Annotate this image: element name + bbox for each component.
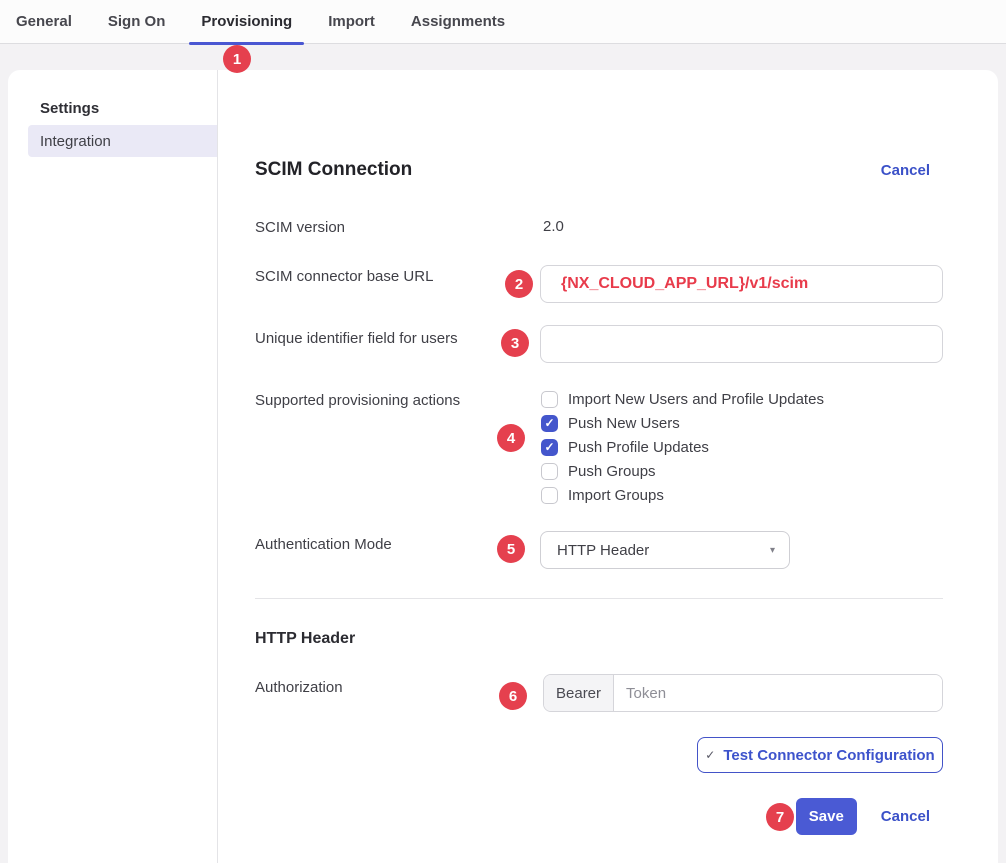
annotation-badge-5: 5 <box>497 535 525 563</box>
tab-provisioning[interactable]: Provisioning <box>189 0 304 43</box>
chevron-down-icon: ▾ <box>770 545 775 556</box>
annotation-badge-6: 6 <box>499 682 527 710</box>
checkbox-import-groups[interactable]: ✓ <box>541 487 558 504</box>
checkbox-import-new-users[interactable]: ✓ <box>541 391 558 408</box>
check-icon: ✓ <box>544 417 554 429</box>
check-icon: ✓ <box>544 441 554 453</box>
checkbox-label: Import New Users and Profile Updates <box>568 391 824 408</box>
checkbox-label: Push Profile Updates <box>568 439 709 456</box>
tab-assignments[interactable]: Assignments <box>399 0 517 43</box>
sidebar-item-label: Integration <box>40 133 111 150</box>
checkbox-push-profile-updates[interactable]: ✓ <box>541 439 558 456</box>
sidebar-header: Settings <box>40 100 99 117</box>
base-url-label: SCIM connector base URL <box>255 267 433 287</box>
unique-identifier-input[interactable] <box>540 325 943 363</box>
checkbox-push-new-users[interactable]: ✓ <box>541 415 558 432</box>
http-header-section-title: HTTP Header <box>255 630 355 648</box>
provisioning-actions-list: ✓ Import New Users and Profile Updates ✓… <box>541 387 824 507</box>
annotation-badge-4: 4 <box>497 424 525 452</box>
scim-version-value: 2.0 <box>543 218 564 235</box>
section-divider <box>255 598 943 599</box>
cancel-link-bottom[interactable]: Cancel <box>881 808 930 825</box>
checkbox-label: Push Groups <box>568 463 656 480</box>
authorization-label: Authorization <box>255 678 343 698</box>
provisioning-actions-label: Supported provisioning actions <box>255 391 460 411</box>
checkbox-row-push-profile-updates[interactable]: ✓ Push Profile Updates <box>541 435 824 459</box>
checkbox-row-import-groups[interactable]: ✓ Import Groups <box>541 483 824 507</box>
page-title: SCIM Connection <box>255 159 412 181</box>
tab-sign-on[interactable]: Sign On <box>96 0 178 43</box>
checkbox-label: Push New Users <box>568 415 680 432</box>
checkbox-push-groups[interactable]: ✓ <box>541 463 558 480</box>
cancel-link-top[interactable]: Cancel <box>881 162 930 179</box>
unique-identifier-label: Unique identifier field for users <box>255 329 458 349</box>
settings-card: Settings Integration SCIM Connection Can… <box>8 70 998 863</box>
annotation-badge-2: 2 <box>505 270 533 298</box>
tab-general[interactable]: General <box>4 0 84 43</box>
checkbox-row-push-groups[interactable]: ✓ Push Groups <box>541 459 824 483</box>
select-value: HTTP Header <box>557 542 649 559</box>
save-button[interactable]: Save <box>796 798 857 835</box>
authentication-mode-label: Authentication Mode <box>255 535 392 555</box>
app-tab-bar: General Sign On Provisioning Import Assi… <box>0 0 1006 44</box>
test-button-label: Test Connector Configuration <box>723 747 934 764</box>
checkbox-row-push-new-users[interactable]: ✓ Push New Users <box>541 411 824 435</box>
check-icon: ✓ <box>705 748 715 762</box>
scim-version-label: SCIM version <box>255 218 345 238</box>
checkbox-label: Import Groups <box>568 487 664 504</box>
settings-sidebar: Settings Integration <box>8 70 218 863</box>
authorization-input-group: Bearer <box>543 674 943 712</box>
bearer-prefix: Bearer <box>544 675 614 711</box>
annotation-badge-3: 3 <box>501 329 529 357</box>
test-connector-configuration-button[interactable]: ✓ Test Connector Configuration <box>697 737 943 773</box>
form-header: SCIM Connection Cancel <box>255 155 943 185</box>
scim-connection-form: SCIM Connection Cancel SCIM version 2.0 … <box>255 70 943 863</box>
base-url-input[interactable] <box>540 265 943 303</box>
annotation-badge-7: 7 <box>766 803 794 831</box>
token-input[interactable] <box>614 675 942 711</box>
annotation-badge-1: 1 <box>223 45 251 73</box>
sidebar-item-integration[interactable]: Integration <box>28 125 217 157</box>
form-footer: Save Cancel <box>255 798 943 835</box>
tab-import[interactable]: Import <box>316 0 387 43</box>
checkbox-row-import-new-users[interactable]: ✓ Import New Users and Profile Updates <box>541 387 824 411</box>
authentication-mode-select[interactable]: HTTP Header ▾ <box>540 531 790 569</box>
